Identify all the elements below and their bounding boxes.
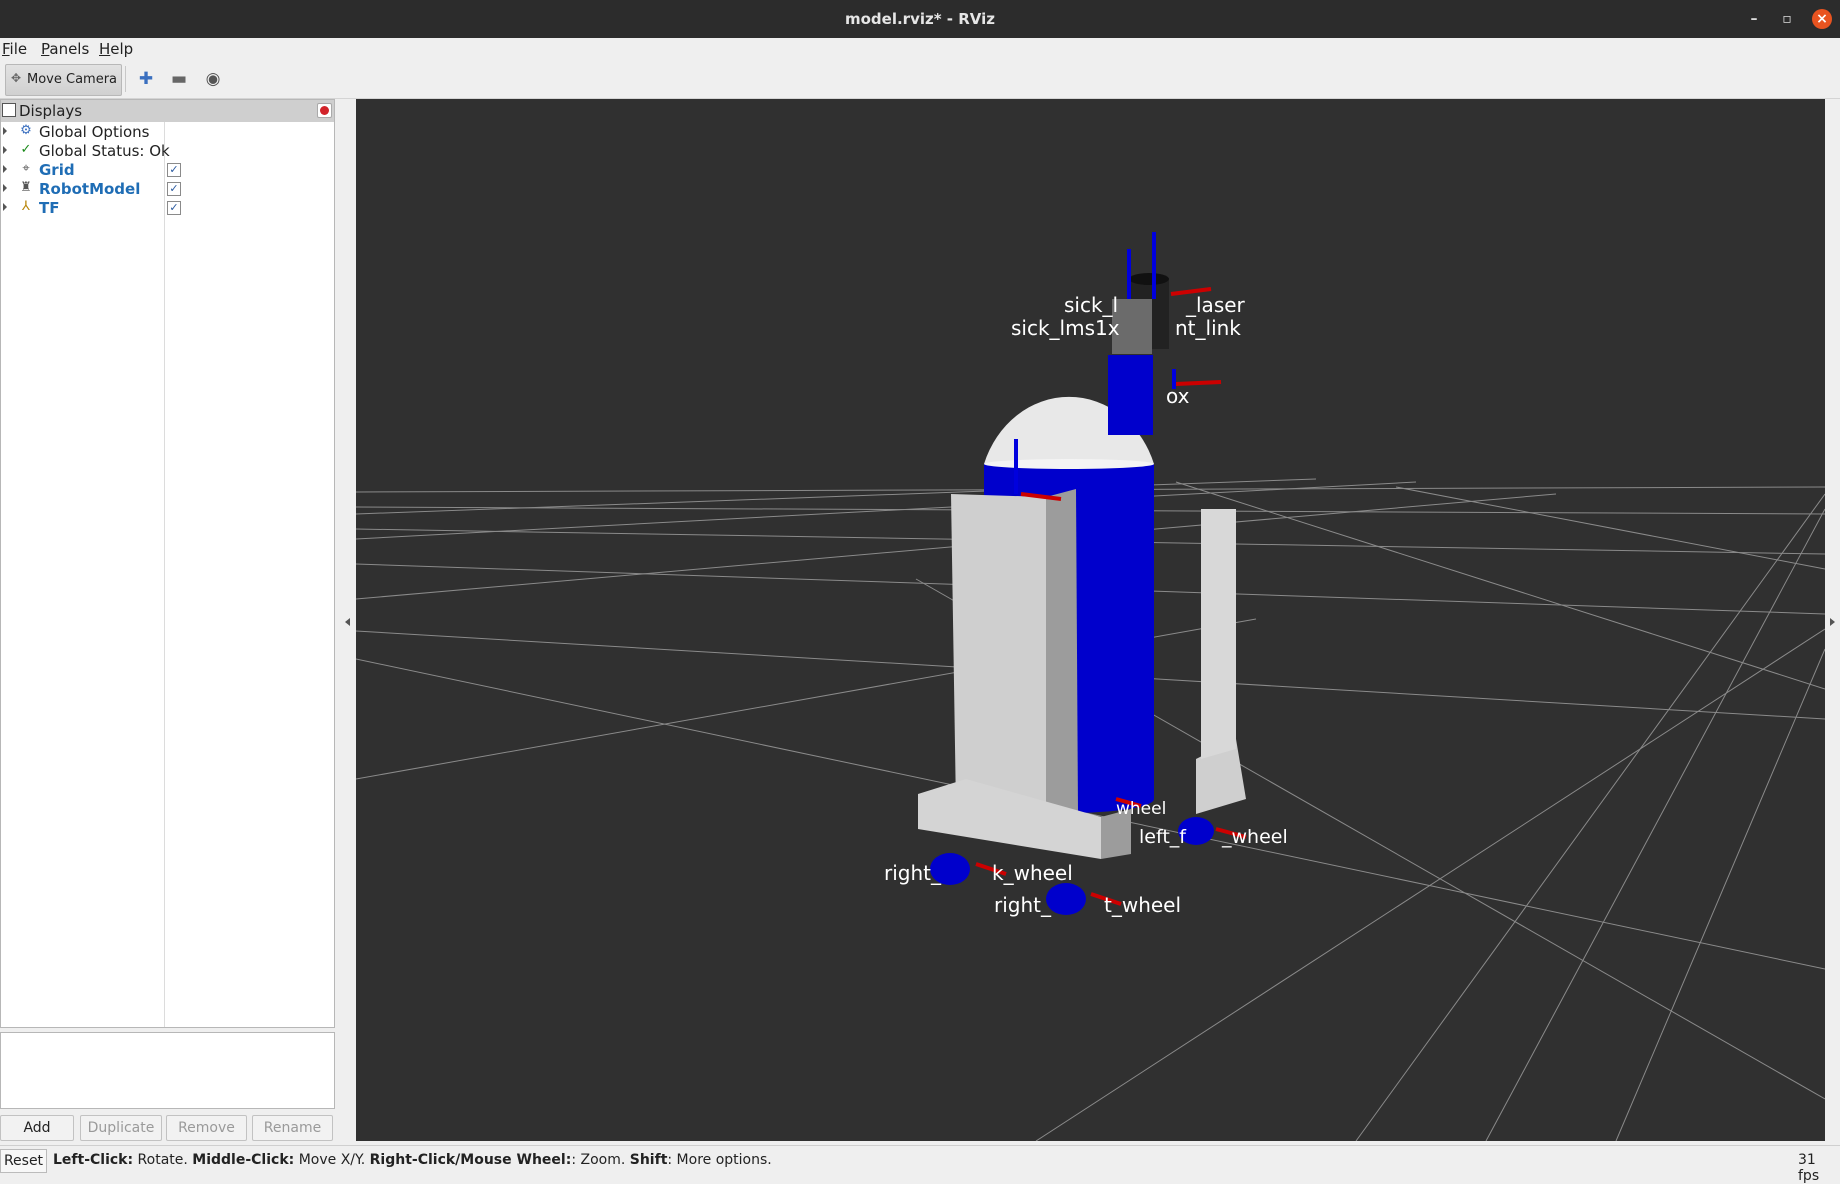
rename-button[interactable]: Rename	[252, 1115, 333, 1141]
description-area	[0, 1032, 335, 1109]
frame-label: left_f	[1139, 826, 1186, 848]
remove-button[interactable]: Remove	[166, 1115, 247, 1141]
tree-item-robotmodel[interactable]: ♜ RobotModel ✓	[1, 179, 334, 198]
frame-label: ox	[1166, 384, 1190, 408]
expand-arrow-icon[interactable]	[3, 165, 7, 173]
tree-item-label: Global Status: Ok	[39, 142, 170, 160]
robot-icon: ♜	[20, 180, 32, 195]
duplicate-button[interactable]: Duplicate	[80, 1115, 162, 1141]
tree-column-divider	[164, 122, 165, 1027]
right-front-wheel	[1046, 883, 1086, 915]
hint-key: Middle-Click:	[192, 1152, 295, 1168]
right-splitter-handle[interactable]	[1830, 618, 1835, 626]
frame-label: _wheel	[1222, 826, 1288, 848]
tree-item-label: TF	[39, 199, 60, 217]
menu-bar: File Panels Help	[0, 38, 1840, 60]
menu-file-label: ile	[9, 40, 28, 58]
move-camera-icon: ✥	[11, 71, 22, 85]
menu-help[interactable]: Help	[99, 40, 133, 58]
close-panel-button[interactable]	[317, 103, 332, 118]
frame-label: nt_link	[1175, 316, 1241, 340]
grid-icon: ⌖	[22, 161, 30, 176]
tree-item-grid[interactable]: ⌖ Grid ✓	[1, 160, 334, 179]
frame-label: sick_lms1x	[1011, 316, 1120, 340]
maximize-button[interactable]: ▫	[1777, 9, 1797, 29]
status-bar: Reset Left-Click: Rotate. Middle-Click: …	[0, 1145, 1840, 1184]
displays-title: Displays	[19, 102, 83, 120]
title-bar: model.rviz* - RViz – ▫ ×	[0, 0, 1840, 38]
displays-header: Displays	[0, 99, 335, 123]
dome-rim	[984, 459, 1154, 469]
tree-item-label: Grid	[39, 161, 75, 179]
hint-key: Shift	[629, 1152, 668, 1168]
mouse-hint: Left-Click: Rotate. Middle-Click: Move X…	[53, 1152, 772, 1168]
hint-text: Move X/Y.	[294, 1152, 370, 1168]
tree-item-global-options[interactable]: ⚙ Global Options	[1, 122, 334, 141]
hint-text: Rotate.	[133, 1152, 193, 1168]
tree-item-tf[interactable]: ⅄ TF ✓	[1, 198, 334, 217]
tool-bar: ✥ Move Camera ✚ ▬ ◉	[0, 60, 1840, 99]
laser-top	[1129, 273, 1169, 285]
expand-arrow-icon[interactable]	[3, 203, 7, 211]
expand-arrow-icon[interactable]	[3, 127, 7, 135]
displays-tree[interactable]: ⚙ Global Options ✓ Global Status: Ok ⌖ G…	[0, 122, 335, 1028]
minus-icon[interactable]: ▬	[168, 69, 190, 89]
tf-axes-icon: ⅄	[22, 199, 30, 214]
close-icon	[320, 106, 329, 115]
frame-label: t_wheel	[1104, 893, 1182, 917]
left-splitter-handle[interactable]	[345, 618, 350, 626]
frame-label: k_wheel	[992, 861, 1073, 885]
fps-counter: 31 fps	[1798, 1152, 1820, 1184]
check-icon: ✓	[20, 142, 32, 157]
menu-file[interactable]: File	[2, 40, 27, 58]
hint-key: Left-Click:	[53, 1152, 134, 1168]
move-camera-label: Move Camera	[27, 72, 118, 87]
grid-enable-checkbox[interactable]: ✓	[167, 163, 181, 177]
frame-label: sick_l	[1064, 293, 1119, 317]
hint-text: : Zoom.	[571, 1152, 630, 1168]
move-camera-button[interactable]: ✥ Move Camera	[5, 64, 122, 96]
close-window-button[interactable]: ×	[1812, 9, 1832, 29]
scene-render	[356, 232, 1825, 1141]
plus-icon[interactable]: ✚	[135, 69, 157, 89]
add-button[interactable]: Add	[0, 1115, 74, 1141]
monitor-icon	[2, 103, 16, 117]
window-title: model.rviz* - RViz	[844, 10, 995, 28]
tree-item-label: RobotModel	[39, 180, 141, 198]
frame-label: _laser	[1186, 293, 1245, 317]
front-plate-side	[1046, 489, 1078, 819]
menu-help-mnemonic: H	[99, 40, 111, 58]
menu-panels[interactable]: Panels	[41, 40, 89, 58]
hint-key: Right-Click/Mouse Wheel:	[369, 1152, 572, 1168]
menu-help-label: elp	[110, 40, 134, 58]
menu-panels-label: anels	[49, 40, 90, 58]
tf-enable-checkbox[interactable]: ✓	[167, 201, 181, 215]
laser-mount	[1108, 355, 1153, 435]
render-viewport[interactable]: sick_l _laser sick_lms1x nt_link ox whee…	[356, 99, 1825, 1141]
right-side-plate	[1201, 509, 1236, 759]
front-plate	[951, 494, 1046, 819]
displays-panel: Displays ⚙ Global Options ✓ Global Statu…	[0, 99, 335, 1141]
tree-item-global-status[interactable]: ✓ Global Status: Ok	[1, 141, 334, 160]
reset-button[interactable]: Reset	[0, 1149, 47, 1173]
menu-file-mnemonic: F	[2, 40, 10, 58]
expand-arrow-icon[interactable]	[3, 184, 7, 192]
gear-icon: ⚙	[20, 123, 32, 138]
robotmodel-enable-checkbox[interactable]: ✓	[167, 182, 181, 196]
frame-label: right_	[884, 861, 941, 885]
frame-label: wheel	[1116, 799, 1167, 819]
frame-label: right_	[994, 893, 1051, 917]
expand-arrow-icon[interactable]	[3, 146, 7, 154]
eye-icon[interactable]: ◉	[202, 69, 224, 89]
hint-text: : More options.	[667, 1152, 772, 1168]
toolbar-separator	[125, 66, 126, 92]
tree-item-label: Global Options	[39, 123, 150, 141]
minimize-button[interactable]: –	[1744, 9, 1764, 29]
